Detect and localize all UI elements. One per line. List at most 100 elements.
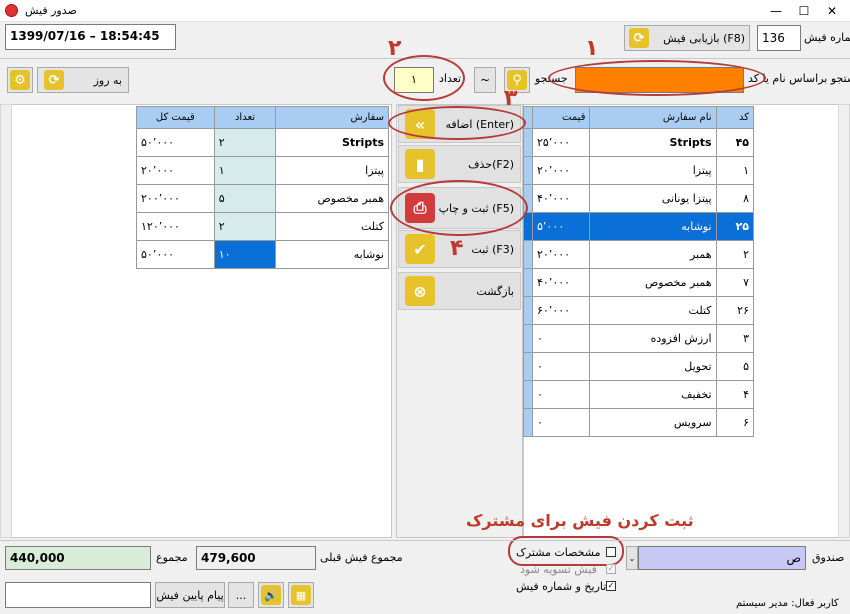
row-indicator: [523, 128, 533, 157]
save-label: ثبت (F3): [471, 242, 514, 256]
table-row[interactable]: ۱۲۰٬۰۰۰ ۲ کتلت: [136, 212, 389, 241]
order-total: ۱۲۰٬۰۰۰: [136, 212, 215, 241]
settings-button[interactable]: ⚙: [7, 67, 33, 93]
menu-price: ۲۰٬۰۰۰: [531, 240, 591, 269]
row-indicator: [523, 408, 533, 437]
footer-message-input[interactable]: [5, 582, 151, 608]
minimize-button[interactable]: —: [762, 2, 790, 20]
chevron-down-icon: ⌄: [628, 553, 636, 563]
menu-name: نوشابه: [589, 212, 717, 241]
row-indicator: [523, 296, 533, 325]
menu-code: ۲۶: [715, 296, 755, 325]
customer-spec-checkbox[interactable]: [606, 547, 616, 557]
order-name: پیتزا: [275, 156, 389, 185]
menu-code: ۵: [715, 352, 755, 381]
table-row[interactable]: ۲۰٬۰۰۰ همبر ۲: [523, 240, 755, 269]
speaker-icon: 🔊: [261, 585, 281, 605]
order-name: نوشابه: [275, 240, 389, 269]
menu-name: ارزش افزوده: [589, 324, 717, 353]
refresh-button[interactable]: ⟳ به روز: [37, 67, 129, 93]
menu-price: ۴۰٬۰۰۰: [531, 268, 591, 297]
order-total: ۵۰٬۰۰۰: [136, 128, 215, 157]
settle-checkbox[interactable]: ✓: [606, 564, 616, 574]
back-button[interactable]: ⊗ بازگشت: [398, 272, 521, 310]
menu-name: پیتزا: [589, 156, 717, 185]
col-order-header: سفارش: [275, 106, 389, 129]
table-row[interactable]: ۲۰٬۰۰۰ ۱ پیتزا: [136, 156, 389, 185]
row-indicator: [523, 352, 533, 381]
window-title: صدور فیش: [25, 4, 77, 17]
col-name-header: نام سفارش: [589, 106, 717, 129]
maximize-button[interactable]: ☐: [790, 2, 818, 20]
table-row[interactable]: ۰ تحویل ۵: [523, 352, 755, 381]
row-indicator: [523, 268, 533, 297]
calculator-button[interactable]: ▦: [288, 582, 314, 608]
table-row-selected[interactable]: ۵٬۰۰۰ نوشابه ۲۵: [523, 212, 755, 241]
table-row[interactable]: ۲۰۰٬۰۰۰ ۵ همبر مخصوص: [136, 184, 389, 213]
cancel-icon: ⊗: [405, 276, 435, 306]
menu-code: ۴۵: [715, 128, 755, 157]
order-total: ۵۰٬۰۰۰: [136, 240, 215, 269]
footer-message-button[interactable]: پیام پایین فیش: [155, 582, 225, 608]
table-row[interactable]: ۶۰٬۰۰۰ کتلت ۲۶: [523, 296, 755, 325]
order-qty[interactable]: ۱۰: [213, 240, 277, 269]
delete-button[interactable]: ▮ حذف(F2): [398, 145, 521, 183]
menu-name: تخفیف: [589, 380, 717, 409]
close-button[interactable]: ✕: [818, 2, 846, 20]
menu-name: پیتزا یونانی: [589, 184, 717, 213]
table-row[interactable]: ۵۰٬۰۰۰ ۲ Stripts: [136, 128, 389, 157]
annotation-ellipse-5: [390, 180, 528, 236]
cashbox-dropdown-button[interactable]: ⌄: [626, 546, 638, 570]
col-total-header: قیمت کل: [136, 106, 215, 129]
menu-code: ۳: [715, 324, 755, 353]
previous-total-label: مجموع فیش قبلی: [320, 551, 403, 564]
order-qty[interactable]: ۲: [213, 212, 277, 241]
order-total: ۲۰٬۰۰۰: [136, 156, 215, 185]
col-price-header: قیمت: [531, 106, 591, 129]
row-indicator: [523, 212, 533, 241]
annotation-caption: ثبت کردن فیش برای مشترک: [466, 511, 694, 530]
row-indicator: [523, 156, 533, 185]
table-row[interactable]: ۵۰٬۰۰۰ ۱۰ نوشابه: [136, 240, 389, 269]
annotation-number-2: ۲: [388, 36, 402, 61]
menu-table: قیمت نام سفارش کد ۲۵٬۰۰۰ Stripts ۴۵ ۲۰٬۰۰۰…: [523, 106, 755, 437]
row-indicator: [523, 240, 533, 269]
table-row[interactable]: ۰ ارزش افزوده ۳: [523, 324, 755, 353]
menu-code: ۲۵: [715, 212, 755, 241]
table-row[interactable]: ۴۰٬۰۰۰ پیتزا یونانی ۸: [523, 184, 755, 213]
col-qty-header: تعداد: [213, 106, 277, 129]
calculator-icon: ▦: [291, 585, 311, 605]
order-qty[interactable]: ۵: [213, 184, 277, 213]
row-indicator: [523, 380, 533, 409]
cashbox-select[interactable]: ص: [638, 546, 806, 570]
recall-receipt-button[interactable]: ⟳ بازیابی فیش (F8): [624, 25, 750, 51]
menu-price: ۴۰٬۰۰۰: [531, 184, 591, 213]
total-field: 440,000: [5, 546, 151, 570]
speaker-button[interactable]: 🔊: [258, 582, 284, 608]
menu-name: همبر مخصوص: [589, 268, 717, 297]
menu-code: ۴: [715, 380, 755, 409]
ellipsis-button[interactable]: ...: [228, 582, 254, 608]
receipt-number-field: 136: [757, 25, 801, 51]
order-qty[interactable]: ۲: [213, 128, 277, 157]
table-row[interactable]: ۰ تخفیف ۴: [523, 380, 755, 409]
total-label: مجموع: [156, 551, 188, 564]
table-row[interactable]: ۰ سرویس ۶: [523, 408, 755, 437]
table-row[interactable]: ۲۵٬۰۰۰ Stripts ۴۵: [523, 128, 755, 157]
date-number-label: تاریخ و شماره فیش: [516, 580, 607, 593]
menu-price: ۵٬۰۰۰: [531, 212, 591, 241]
refresh-icon: ⟳: [629, 28, 649, 48]
tilde-button[interactable]: ~: [474, 67, 496, 93]
order-scrollbar[interactable]: [0, 104, 12, 538]
table-row[interactable]: ۴۰٬۰۰۰ همبر مخصوص ۷: [523, 268, 755, 297]
menu-name: Stripts: [589, 128, 717, 157]
table-row[interactable]: ۲۰٬۰۰۰ پیتزا ۱: [523, 156, 755, 185]
date-number-checkbox[interactable]: ✓: [606, 581, 616, 591]
menu-scrollbar[interactable]: [838, 104, 850, 538]
menu-price: ۶۰٬۰۰۰: [531, 296, 591, 325]
menu-price: ۲۰٬۰۰۰: [531, 156, 591, 185]
annotation-number-1: ۱: [585, 36, 599, 61]
menu-code: ۷: [715, 268, 755, 297]
order-qty[interactable]: ۱: [213, 156, 277, 185]
back-label: بازگشت: [476, 284, 514, 298]
